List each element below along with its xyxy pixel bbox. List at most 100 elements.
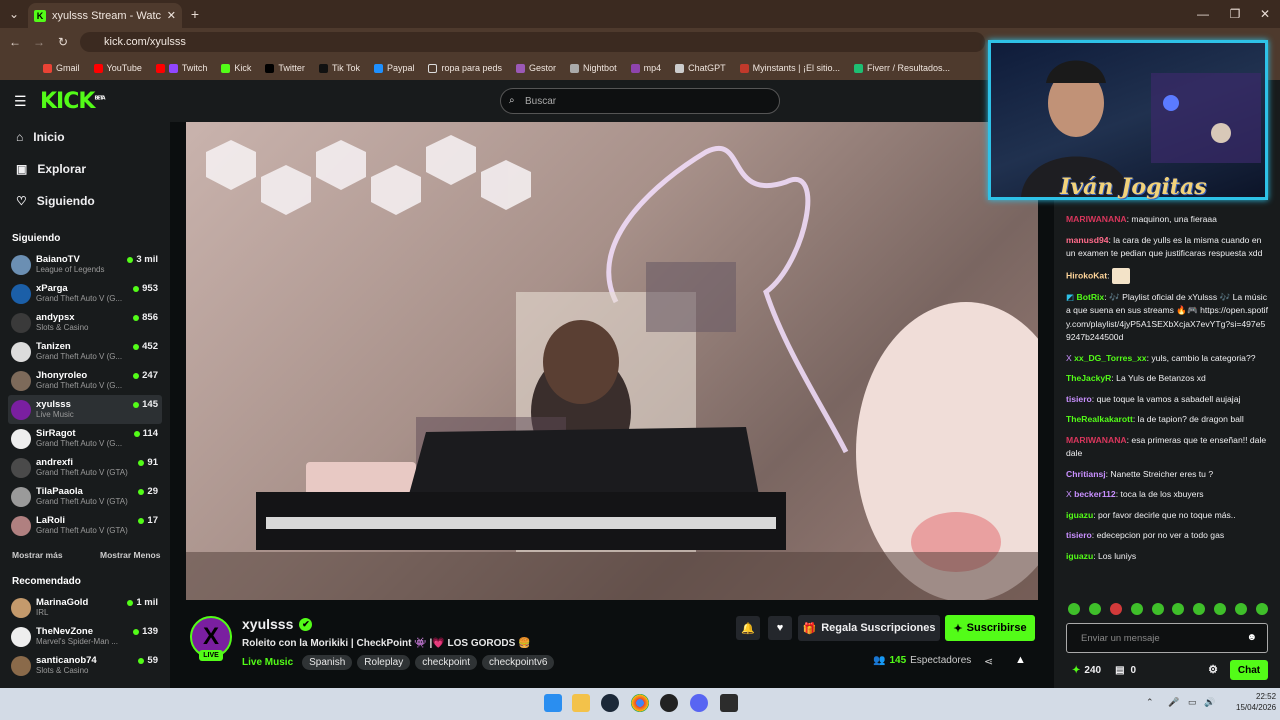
- emote-icon[interactable]: [1235, 603, 1247, 615]
- bookmark-gmail[interactable]: Gmail: [36, 63, 87, 73]
- chat-input[interactable]: Enviar un mensaje ☻: [1066, 623, 1268, 653]
- heart-follow-icon[interactable]: ♥: [768, 616, 792, 640]
- emote-icon[interactable]: [1172, 603, 1185, 615]
- users-icon: 👥: [873, 655, 886, 666]
- emote-icon[interactable]: [1151, 603, 1164, 615]
- new-tab-icon[interactable]: +: [188, 6, 202, 22]
- bookmark-fiverr[interactable]: Fiverr / Resultados...: [847, 63, 957, 73]
- bookmark-mp4[interactable]: mp4: [624, 63, 669, 73]
- reload-icon[interactable]: ↻: [56, 34, 70, 50]
- video-player[interactable]: [186, 122, 1076, 602]
- tag[interactable]: checkpoint: [415, 655, 478, 670]
- channel-thenevzone[interactable]: TheNevZone Marvel's Spider-Man ... 139: [8, 622, 162, 651]
- send-chat-button[interactable]: Chat: [1230, 660, 1268, 680]
- mic-icon[interactable]: 🎤: [1168, 697, 1179, 708]
- channel-andrexfi[interactable]: andrexfi Grand Theft Auto V (GTA) 91: [8, 453, 162, 482]
- gift-subs-button[interactable]: 🎁 Regala Suscripciones: [798, 615, 940, 641]
- close-window-icon[interactable]: ✕: [1258, 6, 1272, 22]
- channel-jhonyroleo[interactable]: Jhonyroleo Grand Theft Auto V (G... 247: [8, 366, 162, 395]
- terminal-icon[interactable]: [720, 694, 738, 712]
- bookmark-nightbot[interactable]: Nightbot: [563, 63, 624, 73]
- file-explorer-icon[interactable]: [572, 694, 590, 712]
- channel-name[interactable]: xyulsss ✔: [242, 616, 313, 632]
- nav-siguiendo[interactable]: ♡ Siguiendo: [16, 194, 95, 208]
- emote-icon[interactable]: [1130, 603, 1143, 615]
- heart-icon: ♡: [16, 194, 27, 208]
- nav-inicio[interactable]: ⌂ Inicio: [16, 130, 65, 144]
- tab-list-icon[interactable]: ⌄: [6, 6, 22, 22]
- avatar: [11, 341, 31, 362]
- network-icon[interactable]: ▭: [1188, 697, 1197, 708]
- channel-xyulsss[interactable]: xyulsss Live Music 145: [8, 395, 162, 424]
- points-count[interactable]: 240: [1084, 665, 1101, 676]
- url-field[interactable]: kick.com/xyulsss: [80, 32, 985, 52]
- category-link[interactable]: Live Music: [242, 657, 293, 668]
- channel-marinagold[interactable]: MarinaGold IRL 1 mil: [8, 593, 162, 622]
- home-icon: ⌂: [16, 130, 24, 144]
- emote-icon[interactable]: [1214, 603, 1227, 615]
- avatar: [11, 399, 31, 420]
- bookmark-myinstants[interactable]: Myinstants | ¡El sitio...: [733, 63, 847, 73]
- channel-laroli[interactable]: LaRoli Grand Theft Auto V (GTA) 17: [8, 511, 162, 540]
- bookmark-twitch[interactable]: Twitch: [149, 63, 215, 73]
- chrome-icon[interactable]: [631, 694, 649, 712]
- tag[interactable]: Roleplay: [357, 655, 411, 670]
- chat-message: MARIWANANA: esa primeras que te enseñan!…: [1066, 434, 1267, 459]
- nav-explorar[interactable]: ▣ Explorar: [16, 162, 86, 176]
- bookmark-paypal[interactable]: Paypal: [367, 63, 422, 73]
- chest-count[interactable]: 0: [1131, 665, 1137, 676]
- search-input[interactable]: ⌕ Buscar: [500, 88, 780, 114]
- report-icon[interactable]: ▲: [1015, 654, 1026, 666]
- channel-baianotv[interactable]: BaianoTV League of Legends 3 mil: [8, 250, 162, 279]
- tag[interactable]: Spanish: [302, 655, 353, 670]
- bookmark-gestor[interactable]: Gestor: [509, 63, 563, 73]
- sidebar: ⌂ Inicio ▣ Explorar ♡ Siguiendo Siguiendo B…: [0, 122, 170, 688]
- menu-icon[interactable]: ☰: [14, 93, 28, 109]
- steam-icon[interactable]: [601, 694, 619, 712]
- bookmark-chatgpt[interactable]: ChatGPT: [668, 63, 733, 73]
- emote-icon[interactable]: [1255, 603, 1268, 615]
- bookmark-folder[interactable]: ropa para peds: [421, 63, 509, 73]
- channel-xparga[interactable]: xParga Grand Theft Auto V (G... 953: [8, 279, 162, 308]
- subscribe-button[interactable]: ✦ Suscribirse: [945, 615, 1035, 641]
- close-tab-icon[interactable]: ✕: [167, 9, 176, 22]
- forward-icon[interactable]: →: [32, 34, 46, 50]
- bookmark-kick[interactable]: Kick: [214, 63, 258, 73]
- chat-message: MARIWANANA: maquinon, una fieraaa: [1066, 214, 1217, 224]
- channel-tanizen[interactable]: Tanizen Grand Theft Auto V (G... 452: [8, 337, 162, 366]
- tray-chevron-icon[interactable]: ⌃: [1146, 697, 1154, 708]
- tab-title: xyulsss Stream - Watch Live on: [52, 9, 161, 22]
- channel-tilapaaola[interactable]: TilaPaaola Grand Theft Auto V (GTA) 29: [8, 482, 162, 511]
- avatar: [11, 457, 31, 478]
- kick-logo[interactable]: KICKBETA: [40, 89, 106, 114]
- restore-icon[interactable]: ❐: [1228, 6, 1242, 22]
- volume-icon[interactable]: 🔊: [1204, 697, 1215, 708]
- mod-badge-icon: ◩: [1066, 291, 1075, 302]
- channel-santicanob74[interactable]: santicanob74 Slots & Casino 59: [8, 651, 162, 680]
- emote-icon[interactable]: [1109, 603, 1122, 615]
- emote-icon[interactable]: [1193, 603, 1206, 615]
- settings-icon[interactable]: ⚙: [1208, 663, 1218, 676]
- bell-icon[interactable]: 🔔: [736, 616, 760, 640]
- share-icon[interactable]: ⋖: [984, 655, 993, 668]
- show-less-link[interactable]: Mostrar Menos: [100, 550, 160, 560]
- bookmark-youtube[interactable]: YouTube: [87, 63, 149, 73]
- windows-start-icon[interactable]: [544, 694, 562, 712]
- channel-andypsx[interactable]: andypsx Slots & Casino 856: [8, 308, 162, 337]
- bookmark-twitter[interactable]: Twitter: [258, 63, 312, 73]
- emote-icon[interactable]: [1088, 603, 1101, 615]
- channel-sirragot[interactable]: SirRagot Grand Theft Auto V (G... 114: [8, 424, 162, 453]
- discord-icon[interactable]: [690, 694, 708, 712]
- browser-tab[interactable]: K xyulsss Stream - Watch Live on ✕: [28, 3, 182, 28]
- avatar: [11, 486, 31, 507]
- obs-icon[interactable]: [660, 694, 678, 712]
- bookmark-tiktok[interactable]: Tik Tok: [312, 63, 367, 73]
- show-more-link[interactable]: Mostrar más: [12, 550, 63, 560]
- minimize-icon[interactable]: —: [1196, 6, 1210, 22]
- emoji-icon[interactable]: ☻: [1246, 632, 1257, 643]
- system-clock[interactable]: 22:52 15/04/2026: [1236, 691, 1276, 713]
- stream-tags: Live Music Spanish Roleplay checkpoint c…: [242, 655, 555, 670]
- tag[interactable]: checkpointv6: [482, 655, 555, 670]
- emote-icon[interactable]: [1068, 603, 1080, 615]
- back-icon[interactable]: ←: [8, 34, 22, 50]
